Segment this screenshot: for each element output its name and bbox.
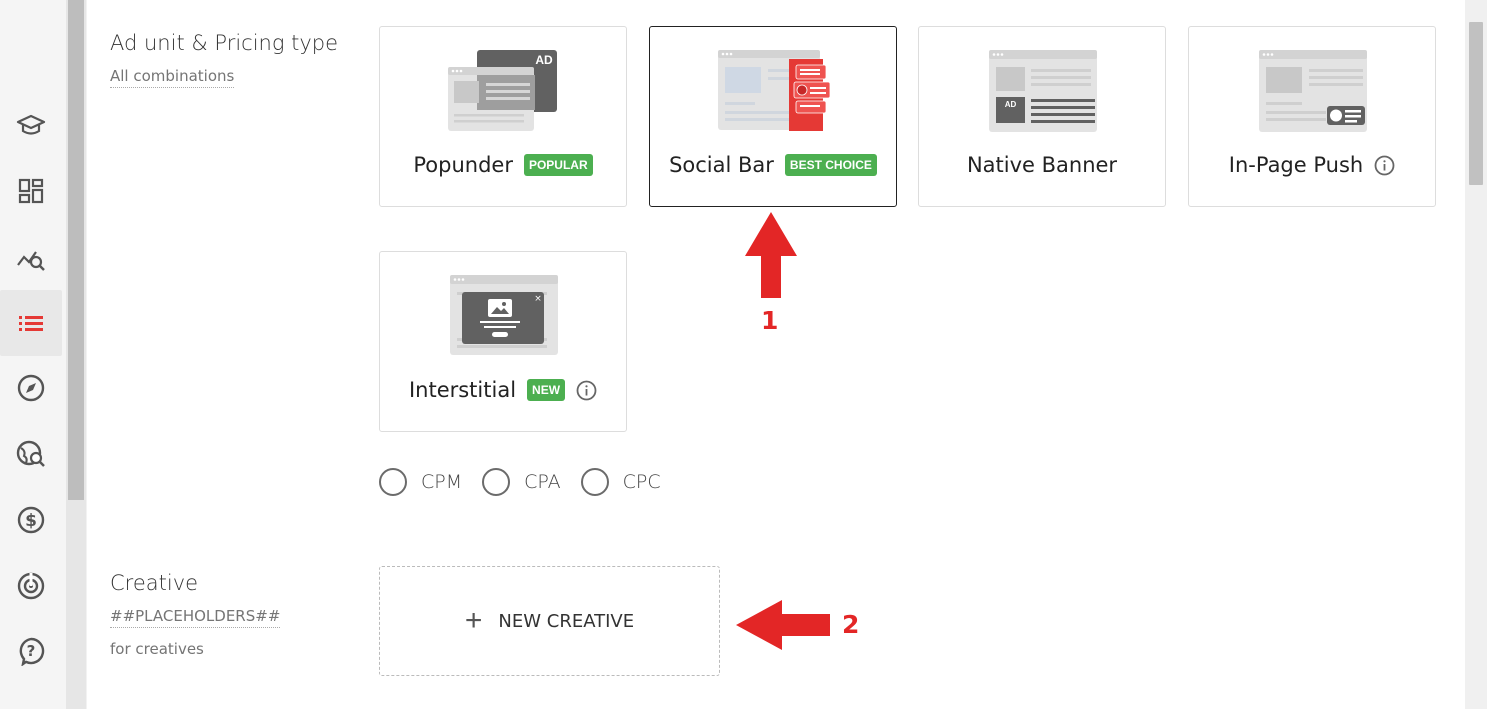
- annotation-label-2: 2: [842, 610, 860, 639]
- pricing-type-radio-group: CPM CPA CPC: [379, 468, 661, 496]
- sidebar-item-explore[interactable]: [0, 355, 62, 421]
- popular-badge: POPULAR: [523, 154, 593, 176]
- radar-icon: [17, 572, 45, 600]
- sidebar-item-geo-search[interactable]: [0, 421, 62, 487]
- ad-unit-combinations-link[interactable]: All combinations: [110, 67, 235, 88]
- svg-text:?: ?: [27, 642, 36, 660]
- ad-card-popunder[interactable]: AD Popunder POPULAR: [379, 26, 627, 207]
- svg-text:AD: AD: [535, 53, 553, 67]
- dollar-icon: $: [17, 506, 45, 534]
- analytics-search-icon: [17, 251, 45, 271]
- social-bar-illustration: [718, 50, 831, 131]
- ad-card-native-banner[interactable]: AD Native Banner: [918, 26, 1166, 207]
- radio-circle[interactable]: [379, 468, 407, 496]
- ad-card-interstitial[interactable]: × Interstitial NEW: [379, 251, 627, 432]
- new-badge: NEW: [527, 379, 566, 401]
- radio-label: CPC: [622, 471, 661, 493]
- plus-icon: +: [464, 604, 483, 637]
- svg-text:$: $: [25, 511, 37, 531]
- sidebar-item-learning[interactable]: [0, 92, 62, 158]
- radio-cpa[interactable]: CPA: [482, 468, 561, 496]
- card-title: Native Banner: [966, 153, 1118, 177]
- scrollbar-thumb[interactable]: [1469, 22, 1483, 185]
- sidebar-item-help[interactable]: ?: [0, 618, 62, 684]
- info-icon[interactable]: [576, 380, 597, 401]
- radio-label: CPA: [524, 471, 561, 493]
- svg-text:AD: AD: [1005, 100, 1017, 109]
- list-icon: [19, 316, 43, 331]
- card-title: Interstitial: [408, 378, 517, 402]
- sidebar-item-campaigns[interactable]: [0, 290, 62, 356]
- best-choice-badge: BEST CHOICE: [784, 154, 877, 176]
- compass-icon: [17, 374, 45, 402]
- card-title: In-Page Push: [1228, 153, 1364, 177]
- info-icon[interactable]: [1374, 155, 1395, 176]
- dashboard-icon: [18, 178, 44, 204]
- sidebar-item-dashboard[interactable]: [0, 158, 62, 224]
- help-icon: ?: [19, 637, 45, 666]
- creative-section-title: Creative: [110, 571, 199, 595]
- placeholders-link[interactable]: ##PLACEHOLDERS##: [110, 607, 281, 628]
- svg-text:×: ×: [534, 294, 542, 304]
- sidebar-item-finance[interactable]: $: [0, 487, 62, 553]
- creative-subtitle: for creatives: [110, 640, 204, 658]
- sidebar: $ ?: [0, 0, 66, 709]
- radio-cpc[interactable]: CPC: [580, 468, 661, 496]
- globe-search-icon: [16, 440, 45, 467]
- new-creative-button[interactable]: + NEW CREATIVE: [379, 566, 720, 676]
- new-creative-label: NEW CREATIVE: [498, 610, 635, 632]
- annotation-label-1: 1: [761, 306, 779, 335]
- radio-cpm[interactable]: CPM: [379, 468, 462, 496]
- page-scrollbar[interactable]: [1465, 0, 1487, 709]
- annotation-arrow-left: [736, 600, 830, 650]
- radio-circle[interactable]: [482, 468, 511, 496]
- card-title: Social Bar: [669, 153, 774, 177]
- native-banner-illustration: AD: [989, 50, 1097, 132]
- sidebar-item-statistics[interactable]: [0, 225, 62, 291]
- ad-card-in-page-push[interactable]: In-Page Push: [1188, 26, 1436, 207]
- ad-card-social-bar[interactable]: Social Bar BEST CHOICE: [649, 26, 897, 207]
- card-title: Popunder: [413, 153, 513, 177]
- sidebar-item-radar[interactable]: [0, 553, 62, 619]
- graduation-cap-icon: [16, 114, 46, 135]
- ad-unit-section-title: Ad unit & Pricing type: [110, 31, 339, 55]
- radio-label: CPM: [421, 471, 463, 493]
- popunder-illustration: AD: [448, 50, 557, 131]
- main-content: Ad unit & Pricing type All combinations …: [87, 0, 1465, 709]
- sidebar-scrollbar[interactable]: [66, 0, 86, 709]
- annotation-arrow-up: [745, 212, 797, 298]
- radio-circle[interactable]: [580, 468, 609, 496]
- interstitial-illustration: ×: [450, 275, 558, 355]
- in-page-push-illustration: [1259, 50, 1367, 132]
